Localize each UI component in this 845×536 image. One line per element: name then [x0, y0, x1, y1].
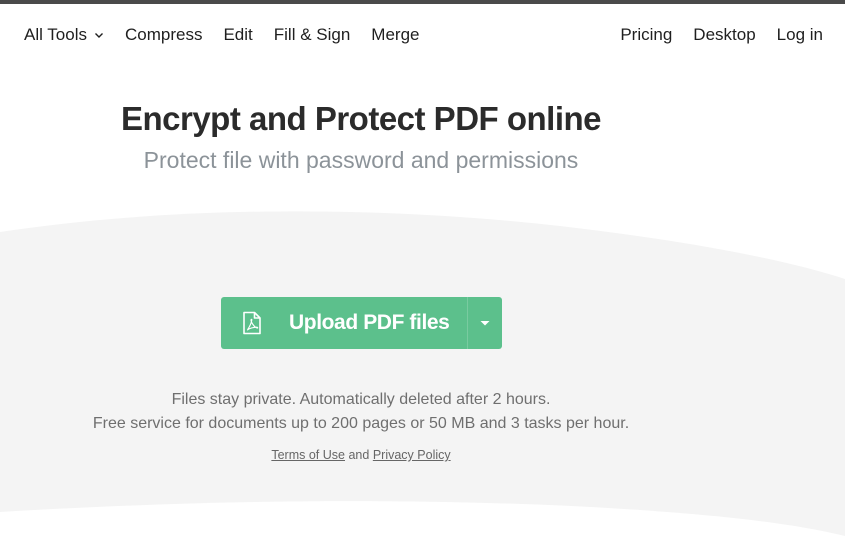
privacy-policy-link[interactable]: Privacy Policy: [373, 448, 451, 462]
privacy-note: Files stay private. Automatically delete…: [171, 391, 551, 408]
nav-all-tools-label: All Tools: [24, 25, 87, 44]
page-title: Encrypt and Protect PDF online: [120, 100, 602, 137]
nav-log-in[interactable]: Log in: [777, 25, 823, 45]
terms-of-use-link[interactable]: Terms of Use: [271, 448, 345, 462]
nav-compress[interactable]: Compress: [125, 25, 202, 45]
top-navigation: All Tools Compress Edit Fill & Sign Merg…: [0, 4, 845, 66]
legal-and-text: and: [348, 448, 370, 462]
legal-links: Terms of Use and Privacy Policy: [0, 448, 722, 462]
nav-fill-sign[interactable]: Fill & Sign: [274, 25, 351, 45]
nav-merge[interactable]: Merge: [371, 25, 419, 45]
nav-right-group: Pricing Desktop Log in: [599, 25, 823, 45]
upload-button-label: Upload PDF files: [289, 311, 450, 334]
page: All Tools Compress Edit Fill & Sign Merg…: [0, 0, 845, 536]
page-subtitle: Protect file with password and permissio…: [143, 147, 579, 173]
limits-note: Free service for documents up to 200 pag…: [92, 415, 630, 432]
caret-down-icon[interactable]: [468, 297, 502, 349]
chevron-down-icon: [95, 33, 103, 38]
pdf-file-icon: [221, 297, 283, 349]
upload-pdf-button[interactable]: Upload PDF files: [221, 297, 502, 349]
nav-left-group: All Tools Compress Edit Fill & Sign Merg…: [24, 25, 440, 45]
nav-edit[interactable]: Edit: [223, 25, 252, 45]
nav-desktop[interactable]: Desktop: [693, 25, 755, 45]
nav-pricing[interactable]: Pricing: [620, 25, 672, 45]
nav-all-tools[interactable]: All Tools: [24, 25, 104, 45]
